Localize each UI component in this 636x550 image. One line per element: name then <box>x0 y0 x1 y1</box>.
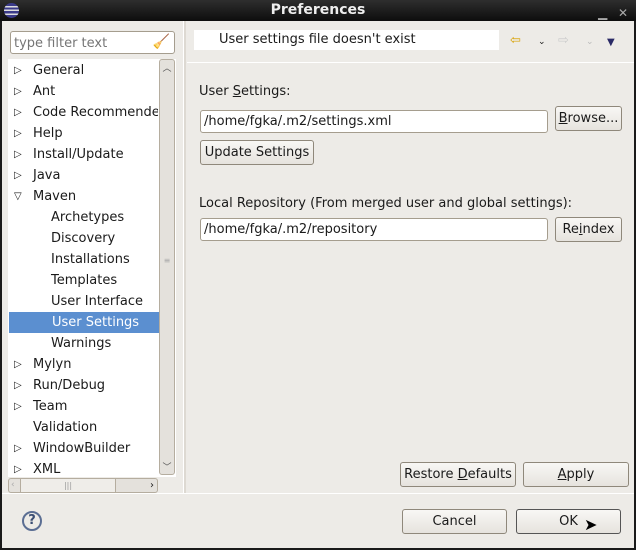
header-message: User settings file doesn't exist <box>219 32 416 47</box>
tree-item-label: Run/Debug <box>33 378 106 393</box>
apply-button[interactable]: Apply <box>523 462 629 487</box>
tree-item-label: User Interface <box>51 294 143 309</box>
collapsed-twistie-icon[interactable]: ▷ <box>14 123 22 144</box>
preference-tree: ▷ General ▷ Ant ▷ Code Recommenders ▷ Help ▷ Inst… <box>8 59 176 477</box>
tree-item[interactable]: Discovery <box>8 228 158 249</box>
tree-item[interactable]: Templates <box>8 270 158 291</box>
scroll-thumb[interactable]: ||| <box>20 479 116 492</box>
scroll-grip-icon[interactable]: ≡ <box>160 256 174 265</box>
collapsed-twistie-icon[interactable]: ▷ <box>14 144 22 165</box>
tree-item[interactable]: ▷ XML <box>8 459 158 477</box>
header-separator <box>187 62 634 63</box>
back-dropdown-icon[interactable]: ⌄ <box>538 37 546 47</box>
tree-item-label: Code Recommenders <box>33 105 158 120</box>
tree-item[interactable]: ▷ Install/Update <box>8 144 158 165</box>
tree-item-label: Install/Update <box>33 147 124 162</box>
tree-item[interactable]: ▽ Maven <box>8 186 158 207</box>
view-menu-icon[interactable]: ▼ <box>607 37 615 48</box>
back-arrow-icon[interactable]: ⇦ <box>510 33 521 48</box>
tree-item-label: Installations <box>51 252 130 267</box>
mouse-cursor-icon: ➤ <box>584 515 598 534</box>
tree-item[interactable]: ▷ Code Recommenders <box>8 102 158 123</box>
tree-item-label: Java <box>33 168 61 183</box>
tree-item[interactable]: Validation <box>8 417 158 438</box>
tree-item-label: Discovery <box>51 231 116 246</box>
tree-item-label: XML <box>33 462 61 477</box>
panel-divider[interactable] <box>183 21 186 493</box>
browse-button[interactable]: Browse... <box>555 106 622 131</box>
collapsed-twistie-icon[interactable]: ▷ <box>14 60 22 81</box>
forward-dropdown-icon[interactable]: ⌄ <box>586 37 594 47</box>
tree-item-label: Help <box>33 126 63 141</box>
tree-item-label: Mylyn <box>33 357 72 372</box>
tree-item-label: Ant <box>33 84 56 99</box>
expanded-twistie-icon[interactable]: ▽ <box>14 186 22 207</box>
tree-item-label: Warnings <box>51 336 112 351</box>
page-header: User settings file doesn't exist <box>194 30 499 50</box>
filter-input[interactable] <box>14 33 154 53</box>
filter-box[interactable]: 🧹 <box>10 31 175 54</box>
tree-item-label: Maven <box>33 189 77 204</box>
window-title: Preferences <box>270 2 366 18</box>
tree-item[interactable]: ▷ Run/Debug <box>8 375 158 396</box>
tree-item-label: General <box>33 63 85 78</box>
eclipse-logo-icon <box>4 3 19 18</box>
collapsed-twistie-icon[interactable]: ▷ <box>14 102 22 123</box>
local-repository-field[interactable]: /home/fgka/.m2/repository <box>200 218 548 241</box>
tree-vertical-scrollbar[interactable]: ︿ ≡ ﹀ <box>159 59 175 475</box>
tree-item[interactable]: ▷ Java <box>8 165 158 186</box>
tree-item[interactable]: ▷ Ant <box>8 81 158 102</box>
tree-item[interactable]: User Interface <box>8 291 158 312</box>
footer-separator <box>2 493 634 494</box>
collapsed-twistie-icon[interactable]: ▷ <box>14 354 22 375</box>
tree-item-label: Templates <box>51 273 118 288</box>
scroll-left-icon[interactable]: ‹ <box>11 479 15 492</box>
clear-filter-icon[interactable]: 🧹 <box>153 34 170 50</box>
tree-item[interactable]: ▷ Help <box>8 123 158 144</box>
local-repository-label: Local Repository (From merged user and g… <box>199 196 573 211</box>
collapsed-twistie-icon[interactable]: ▷ <box>14 165 22 186</box>
tree-item[interactable]: ▷ WindowBuilder <box>8 438 158 459</box>
tree-horizontal-scrollbar[interactable]: ‹ ||| › <box>8 478 158 493</box>
scroll-down-icon[interactable]: ﹀ <box>160 460 174 473</box>
user-settings-field[interactable]: /home/fgka/.m2/settings.xml <box>200 110 548 133</box>
tree-item[interactable]: Archetypes <box>8 207 158 228</box>
cancel-button[interactable]: Cancel <box>402 509 507 534</box>
collapsed-twistie-icon[interactable]: ▷ <box>14 375 22 396</box>
collapsed-twistie-icon[interactable]: ▷ <box>14 81 22 102</box>
tree-item-label: User Settings <box>52 315 140 330</box>
collapsed-twistie-icon[interactable]: ▷ <box>14 396 22 417</box>
reindex-button[interactable]: Reindex <box>555 217 622 242</box>
tree-item-label: Validation <box>33 420 98 435</box>
dialog-client: 🧹 ▷ General ▷ Ant ▷ Code Recommenders ▷ Help ▷ In… <box>2 21 634 548</box>
tree-item[interactable]: ▷ General <box>8 60 158 81</box>
tree-item[interactable]: User Settings <box>9 312 159 333</box>
ok-button[interactable]: OK <box>516 509 621 534</box>
update-settings-button[interactable]: Update Settings <box>200 140 314 165</box>
tree-item-label: Team <box>33 399 68 414</box>
title-bar: Preferences ▁ ✕ <box>0 0 636 21</box>
restore-defaults-button[interactable]: Restore Defaults <box>400 462 516 487</box>
tree-item[interactable]: ▷ Mylyn <box>8 354 158 375</box>
tree-item[interactable]: ▷ Team <box>8 396 158 417</box>
tree-item-label: Archetypes <box>51 210 125 225</box>
collapsed-twistie-icon[interactable]: ▷ <box>14 438 22 459</box>
scroll-right-icon[interactable]: › <box>150 479 154 492</box>
scroll-up-icon[interactable]: ︿ <box>160 61 174 74</box>
tree-item[interactable]: Installations <box>8 249 158 270</box>
help-icon[interactable]: ? <box>22 511 42 531</box>
tree-item-label: WindowBuilder <box>33 441 131 456</box>
tree-item[interactable]: Warnings <box>8 333 158 354</box>
collapsed-twistie-icon[interactable]: ▷ <box>14 459 22 477</box>
forward-arrow-icon[interactable]: ⇨ <box>558 33 569 48</box>
user-settings-label: User Settings: <box>199 84 291 99</box>
